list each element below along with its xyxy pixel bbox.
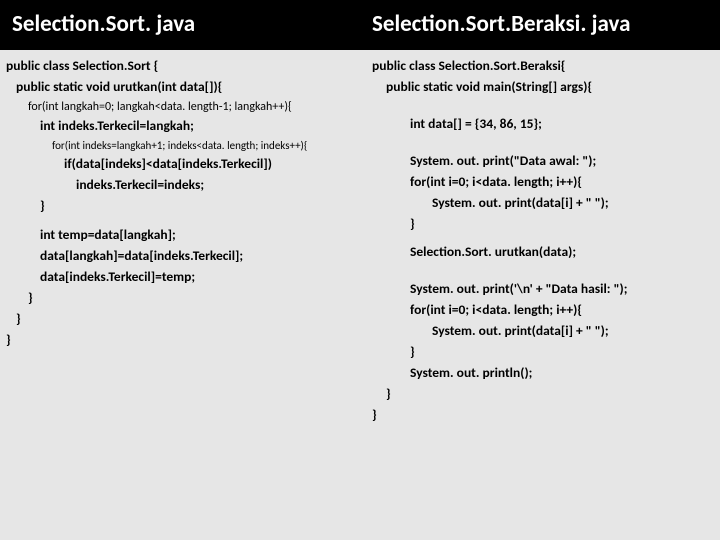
- code-line: System. out. println();: [410, 363, 718, 384]
- code-line: }: [6, 330, 358, 351]
- left-title: Selection.Sort. java: [0, 0, 360, 50]
- left-column: Selection.Sort. java public class Select…: [0, 0, 360, 540]
- code-line: if(data[indeks]<data[indeks.Terkecil]): [64, 154, 358, 175]
- code-line: data[langkah]=data[indeks.Terkecil];: [40, 246, 358, 267]
- right-column: Selection.Sort.Beraksi. java public clas…: [360, 0, 720, 540]
- code-line: for(int i=0; i<data. length; i++){: [410, 172, 718, 193]
- code-line: for(int langkah=0; langkah<data. length-…: [28, 98, 358, 117]
- left-code: public class Selection.Sort { public sta…: [0, 50, 360, 540]
- code-line: for(int i=0; i<data. length; i++){: [410, 300, 718, 321]
- code-line: }: [28, 288, 358, 309]
- code-line: }: [16, 309, 358, 330]
- code-line: for(int indeks=langkah+1; indeks<data. l…: [52, 137, 358, 154]
- slide: Selection.Sort. java public class Select…: [0, 0, 720, 540]
- code-line: public class Selection.Sort.Beraksi{: [372, 56, 718, 77]
- code-line: Selection.Sort. urutkan(data);: [410, 242, 718, 263]
- code-line: System. out. print(data[i] + " ");: [432, 321, 718, 342]
- code-line: int data[] = {34, 86, 15};: [410, 114, 718, 135]
- right-code: public class Selection.Sort.Beraksi{ pub…: [360, 50, 720, 540]
- code-line: indeks.Terkecil=indeks;: [76, 175, 358, 196]
- code-line: }: [40, 196, 358, 217]
- code-line: data[indeks.Terkecil]=temp;: [40, 267, 358, 288]
- code-line: }: [372, 405, 718, 426]
- code-line: System. out. print('\n' + "Data hasil: "…: [410, 279, 718, 300]
- code-line: }: [410, 214, 718, 235]
- right-title: Selection.Sort.Beraksi. java: [360, 0, 720, 50]
- code-line: int indeks.Terkecil=langkah;: [40, 116, 358, 137]
- code-line: System. out. print("Data awal: ");: [410, 151, 718, 172]
- code-line: public static void main(String[] args){: [386, 77, 718, 98]
- code-line: }: [410, 342, 718, 363]
- code-line: System. out. print(data[i] + " ");: [432, 193, 718, 214]
- code-line: public class Selection.Sort {: [6, 56, 358, 77]
- code-line: int temp=data[langkah];: [40, 225, 358, 246]
- code-line: public static void urutkan(int data[]){: [16, 77, 358, 98]
- code-line: }: [386, 384, 718, 405]
